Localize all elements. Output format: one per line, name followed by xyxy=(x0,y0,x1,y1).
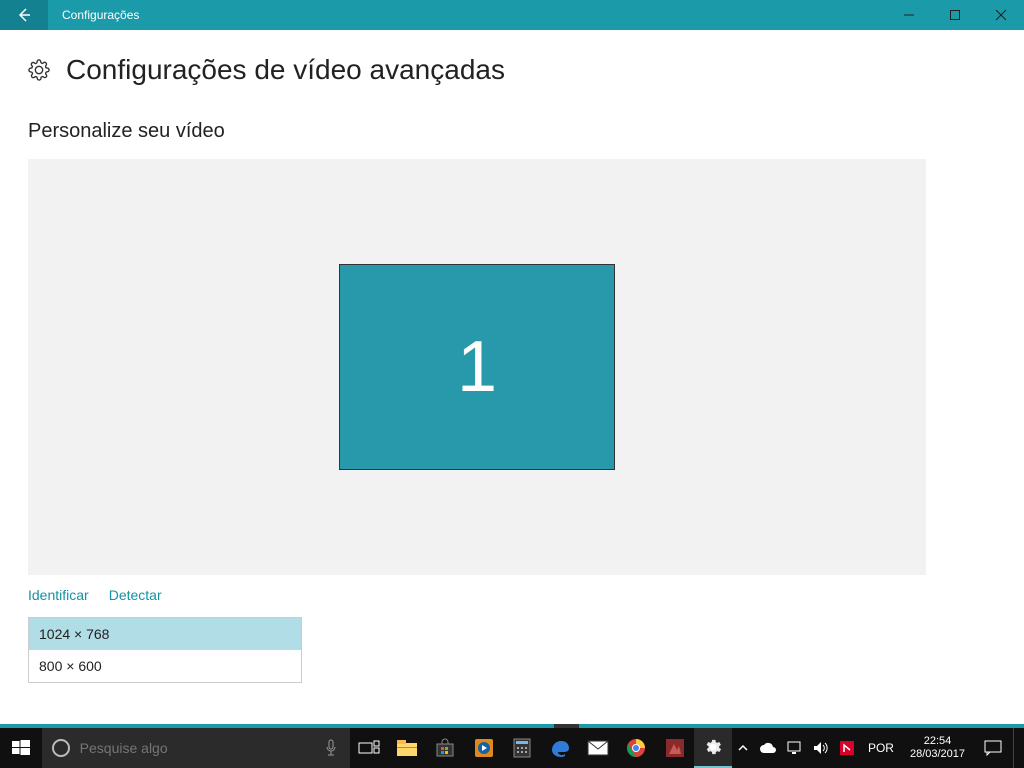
language-indicator[interactable]: POR xyxy=(860,741,902,755)
page-header: Configurações de vídeo avançadas xyxy=(28,54,996,86)
taskbar-app-game[interactable] xyxy=(656,728,694,768)
resolution-dropdown-open[interactable]: 1024 × 768 800 × 600 xyxy=(28,617,302,683)
resolution-option[interactable]: 800 × 600 xyxy=(29,650,301,682)
taskbar-app-edge[interactable] xyxy=(541,728,579,768)
page-title: Configurações de vídeo avançadas xyxy=(66,54,505,86)
taskbar-app-mail[interactable] xyxy=(579,728,617,768)
taskbar: POR 22:54 28/03/2017 xyxy=(0,728,1024,768)
action-center-button[interactable] xyxy=(973,728,1013,768)
clock-time: 22:54 xyxy=(910,735,965,748)
system-tray: POR 22:54 28/03/2017 xyxy=(732,728,1024,768)
taskbar-app-store[interactable] xyxy=(426,728,464,768)
monitor-number-label: 1 xyxy=(457,326,497,408)
taskbar-app-calculator[interactable] xyxy=(503,728,541,768)
taskbar-clock[interactable]: 22:54 28/03/2017 xyxy=(902,735,973,761)
start-button[interactable] xyxy=(0,728,42,768)
display-arrangement-area[interactable]: 1 xyxy=(28,159,926,575)
taskbar-search[interactable] xyxy=(42,728,350,768)
search-input[interactable] xyxy=(80,740,340,756)
resolution-option[interactable]: 1024 × 768 xyxy=(29,618,301,650)
monitor-1[interactable]: 1 xyxy=(339,264,615,470)
close-button[interactable] xyxy=(978,0,1024,30)
clock-date: 28/03/2017 xyxy=(910,748,965,761)
tray-network-icon[interactable] xyxy=(782,728,808,768)
detect-link[interactable]: Detectar xyxy=(109,587,162,603)
settings-content: Configurações de vídeo avançadas Persona… xyxy=(0,30,1024,728)
tray-onedrive-icon[interactable] xyxy=(754,728,782,768)
maximize-button[interactable] xyxy=(932,0,978,30)
taskbar-app-settings[interactable] xyxy=(694,728,732,768)
taskbar-app-chrome[interactable] xyxy=(617,728,655,768)
window-titlebar: Configurações xyxy=(0,0,1024,30)
back-button[interactable] xyxy=(0,0,48,30)
show-desktop-button[interactable] xyxy=(1013,728,1024,768)
minimize-button[interactable] xyxy=(886,0,932,30)
microphone-icon[interactable] xyxy=(324,739,338,757)
identify-link[interactable]: Identificar xyxy=(28,587,89,603)
taskbar-app-file-explorer[interactable] xyxy=(388,728,426,768)
cortana-icon xyxy=(52,739,70,757)
task-view-button[interactable] xyxy=(350,728,388,768)
gear-icon xyxy=(28,59,50,81)
taskbar-app-media-player[interactable] xyxy=(465,728,503,768)
tray-antivirus-icon[interactable] xyxy=(834,728,860,768)
window-title: Configurações xyxy=(48,8,139,22)
display-action-links: Identificar Detectar xyxy=(28,587,996,603)
tray-overflow-button[interactable] xyxy=(732,728,754,768)
section-title: Personalize seu vídeo xyxy=(28,120,996,143)
tray-volume-icon[interactable] xyxy=(808,728,834,768)
